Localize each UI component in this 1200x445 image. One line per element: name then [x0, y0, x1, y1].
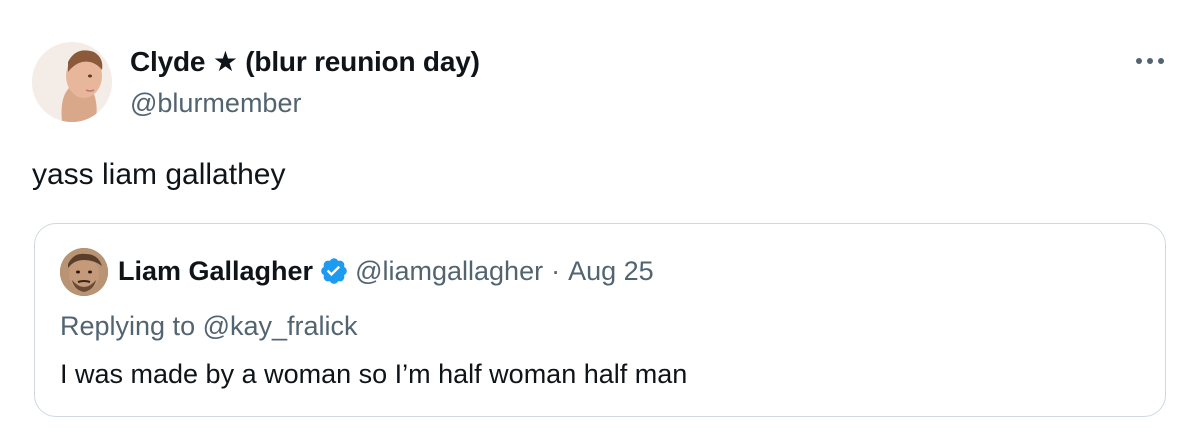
author-handle[interactable]: @blurmember [130, 86, 301, 120]
quoted-tweet-date[interactable]: Aug 25 [568, 254, 654, 288]
verified-badge-icon [321, 258, 347, 284]
replying-to-mention[interactable]: @kay_fralick [203, 311, 358, 341]
separator-dot: · [551, 256, 561, 286]
quoted-tweet-header: Liam Gallagher @liamgallagher · Aug 25 [118, 254, 654, 288]
tweet-text: yass liam gallathey [32, 158, 286, 191]
replying-to-label: Replying to [60, 311, 203, 341]
quoted-author-display-name[interactable]: Liam Gallagher [118, 254, 313, 288]
replying-to-line: Replying to @kay_fralick [60, 309, 358, 343]
more-options-button[interactable] [1128, 46, 1172, 76]
quoted-author-handle[interactable]: @liamgallagher [355, 254, 543, 288]
more-horizontal-icon [1136, 58, 1164, 64]
tweet: Clyde ★ (blur reunion day) @blurmember y… [0, 0, 1200, 445]
quoted-tweet-text: I was made by a woman so I’m half woman … [60, 359, 688, 389]
author-display-name[interactable]: Clyde ★ (blur reunion day) [130, 44, 480, 80]
quoted-tweet-card[interactable]: Liam Gallagher @liamgallagher · Aug 25 R… [34, 223, 1166, 417]
author-avatar[interactable] [32, 42, 112, 122]
quoted-author-avatar[interactable] [60, 248, 108, 296]
